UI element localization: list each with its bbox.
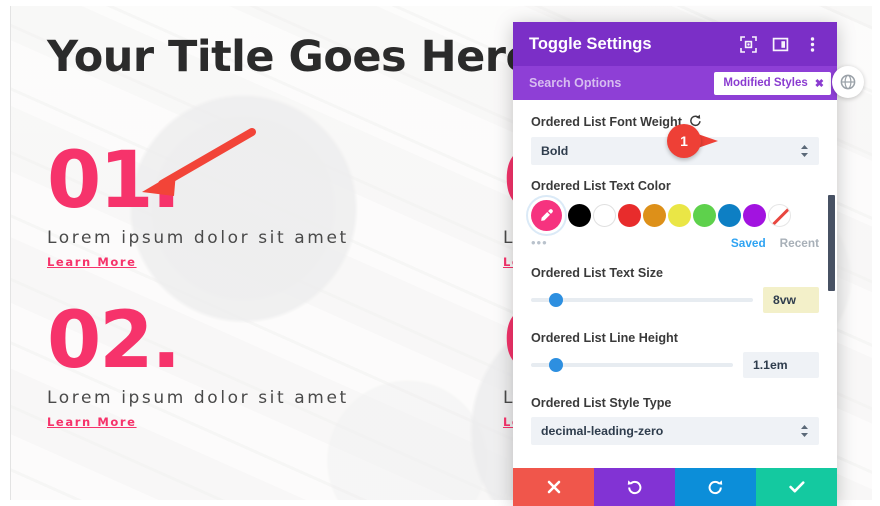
field-label: Ordered List Line Height <box>531 331 678 345</box>
close-icon <box>547 480 560 494</box>
layout-panel-icon[interactable] <box>769 33 791 55</box>
screenshot-root: Your Title Goes Here 01. Lorem ipsum dol… <box>0 0 880 506</box>
close-icon[interactable]: ✖ <box>815 77 824 90</box>
preview-toggle-button[interactable] <box>832 66 864 98</box>
modal-scrollbar-thumb[interactable] <box>828 195 835 291</box>
cancel-button[interactable] <box>513 468 594 506</box>
recent-tab[interactable]: Recent <box>780 236 819 250</box>
modified-styles-label: Modified Styles <box>723 77 808 89</box>
text-size-slider-track[interactable] <box>531 293 753 307</box>
line-height-value-input[interactable]: 1.1em <box>743 352 819 378</box>
swatch-red[interactable] <box>618 204 641 227</box>
modal-footer <box>513 468 837 506</box>
style-type-value: decimal-leading-zero <box>541 424 664 438</box>
badge-number: 1 <box>680 132 688 149</box>
field-label-row: Ordered List Style Type <box>531 396 819 410</box>
modal-search-bar: Search Options Modified Styles ✖ <box>513 66 837 100</box>
field-label: Ordered List Font Weight <box>531 115 682 129</box>
style-type-select[interactable]: decimal-leading-zero <box>531 417 819 445</box>
modal-header: Toggle Settings <box>513 22 837 66</box>
more-colors-icon[interactable]: ••• <box>531 235 731 250</box>
swatch-yellow[interactable] <box>668 204 691 227</box>
swatch-green[interactable] <box>693 204 716 227</box>
line-height-slider-row: 1.1em <box>531 352 819 378</box>
field-label-row: Ordered List Text Color <box>531 179 819 193</box>
text-size-slider-row: 8vw <box>531 287 819 313</box>
modified-styles-chip[interactable]: Modified Styles ✖ <box>714 71 831 95</box>
field-label-row: Ordered List Line Height <box>531 331 819 345</box>
globe-icon <box>840 74 856 90</box>
field-label: Ordered List Style Type <box>531 396 672 410</box>
focus-target-icon[interactable] <box>737 33 759 55</box>
toggle-settings-modal: Toggle Settings Search Options Modified … <box>513 22 837 506</box>
field-ordered-list-text-color: Ordered List Text Color ••• Saved Recent <box>531 179 819 250</box>
search-options-input[interactable]: Search Options <box>529 76 714 90</box>
modal-title: Toggle Settings <box>529 34 652 53</box>
color-meta-row: ••• Saved Recent <box>531 235 819 250</box>
text-size-value-input[interactable]: 8vw <box>763 287 819 313</box>
redo-button[interactable] <box>675 468 756 506</box>
redo-icon <box>708 479 723 494</box>
field-label: Ordered List Text Size <box>531 266 664 280</box>
field-ordered-list-line-height: Ordered List Line Height 1.1em <box>531 331 819 378</box>
annotation-badge-1: 1 <box>667 124 729 158</box>
swatch-white[interactable] <box>593 204 616 227</box>
undo-button[interactable] <box>594 468 675 506</box>
item-text: Lorem ipsum dolor sit amet <box>47 387 349 408</box>
field-label: Ordered List Text Color <box>531 179 671 193</box>
chevron-updown-icon <box>801 425 808 437</box>
swatch-orange[interactable] <box>643 204 666 227</box>
modal-body: Ordered List Font Weight Bold Ordered Li… <box>513 100 837 468</box>
swatch-black[interactable] <box>568 204 591 227</box>
line-height-slider-track[interactable] <box>531 358 733 372</box>
field-ordered-list-style-type: Ordered List Style Type decimal-leading-… <box>531 396 819 445</box>
chevron-updown-icon <box>801 145 808 157</box>
text-size-slider-knob[interactable] <box>548 293 563 307</box>
swatch-none[interactable] <box>768 204 791 227</box>
eyedropper-icon <box>541 209 553 221</box>
page-title: Your Title Goes Here <box>47 32 535 82</box>
color-swatch-row <box>531 200 819 231</box>
field-ordered-list-text-size: Ordered List Text Size 8vw <box>531 266 819 313</box>
save-button[interactable] <box>756 468 837 506</box>
list-item: 02. Lorem ipsum dolor sit amet Learn Mor… <box>47 296 457 431</box>
item-text: Lorem ipsum dolor sit amet <box>47 227 349 248</box>
swatch-purple[interactable] <box>743 204 766 227</box>
swatch-blue[interactable] <box>718 204 741 227</box>
item-number: 02. <box>47 296 181 386</box>
annotation-arrow-icon <box>142 128 256 196</box>
check-icon <box>788 481 804 493</box>
undo-icon <box>627 479 642 494</box>
learn-more-link[interactable]: Learn More <box>47 255 137 269</box>
learn-more-link[interactable]: Learn More <box>47 415 137 429</box>
swatch-eyedropper-active[interactable] <box>531 200 562 231</box>
field-label-row: Ordered List Text Size <box>531 266 819 280</box>
more-vertical-icon[interactable] <box>801 33 823 55</box>
line-height-slider-knob[interactable] <box>549 358 564 372</box>
saved-tab[interactable]: Saved <box>731 236 766 250</box>
